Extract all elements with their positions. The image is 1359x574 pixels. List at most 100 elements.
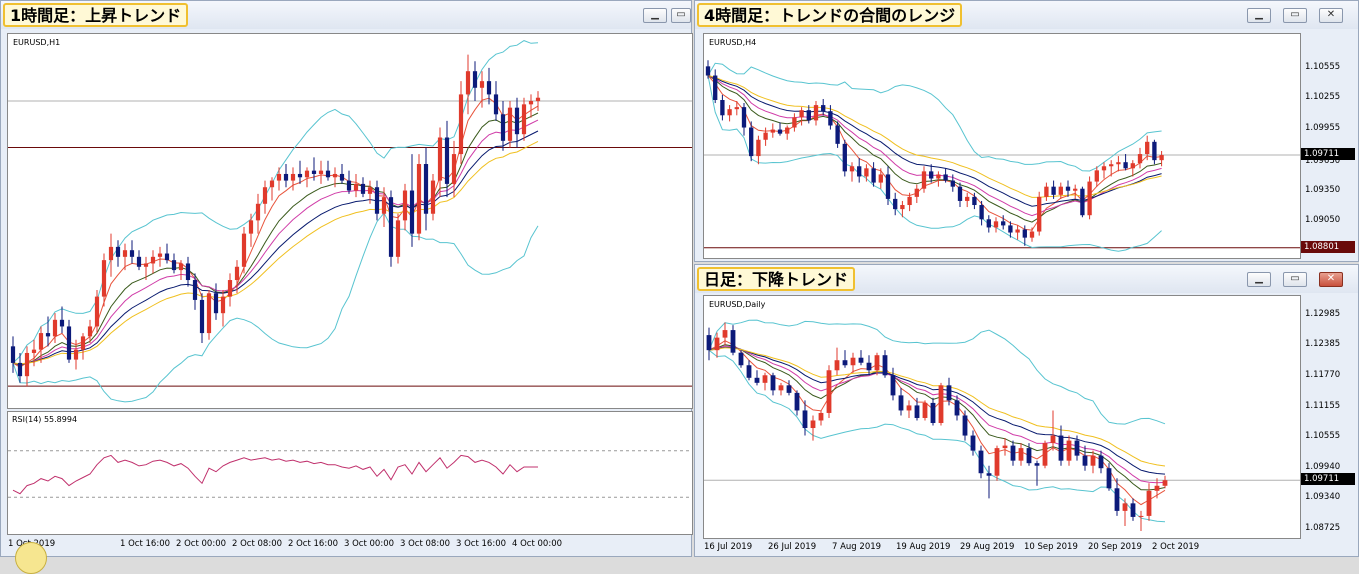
candle-down bbox=[339, 173, 345, 181]
price-plot-daily[interactable]: EURUSD,Daily bbox=[703, 295, 1301, 539]
candle-up bbox=[864, 168, 869, 177]
candle-up bbox=[714, 337, 720, 351]
candle-up bbox=[1159, 155, 1164, 161]
restore-button[interactable]: ▭ bbox=[1283, 8, 1307, 23]
price-tick-label: 1.11155 bbox=[1305, 400, 1341, 411]
candle-up bbox=[936, 174, 941, 179]
ma-fast-line bbox=[707, 75, 1162, 231]
candle-down bbox=[979, 205, 984, 220]
candle-down bbox=[10, 346, 16, 363]
candle-down bbox=[1082, 455, 1088, 466]
candle-down bbox=[164, 253, 170, 261]
candle-up bbox=[430, 180, 436, 214]
candle-down bbox=[871, 168, 876, 183]
candle-down bbox=[1065, 186, 1071, 191]
candle-down bbox=[486, 81, 492, 95]
scroll-indicator[interactable] bbox=[15, 542, 47, 574]
candle-down bbox=[171, 260, 177, 271]
close-button[interactable]: ✕ bbox=[1319, 8, 1343, 23]
candle-down bbox=[890, 375, 896, 396]
chart-window-daily[interactable]: 日足：下降トレンド ▁ ▭ ✕ EURUSD,Daily 1.12985 1.12… bbox=[694, 264, 1359, 557]
candle-down bbox=[423, 164, 429, 214]
candle-down bbox=[866, 362, 872, 371]
candle-up bbox=[290, 173, 296, 181]
title-bar[interactable]: 1時間足：上昇トレンド ▁ ▭ bbox=[1, 1, 691, 29]
candle-down bbox=[914, 405, 920, 418]
candle-down bbox=[720, 100, 725, 116]
candle-down bbox=[1080, 188, 1085, 216]
price-axis-daily: 1.12985 1.12385 1.11770 1.11155 1.10555 1.099… bbox=[1301, 295, 1359, 539]
restore-button[interactable]: ▭ bbox=[671, 8, 691, 23]
candle-chart-h1 bbox=[8, 40, 692, 403]
candle-up bbox=[850, 357, 856, 366]
candle-down bbox=[802, 410, 808, 429]
ma-mid-line bbox=[708, 344, 1166, 491]
minimize-button[interactable]: ▁ bbox=[643, 8, 667, 23]
candle-chart-h4 bbox=[704, 60, 1300, 252]
price-tick-label: 1.09940 bbox=[1305, 461, 1341, 472]
close-button[interactable]: ✕ bbox=[1319, 272, 1343, 287]
candle-up bbox=[1044, 186, 1049, 197]
ma-blue-line bbox=[708, 346, 1166, 475]
candle-up bbox=[727, 109, 732, 116]
candle-down bbox=[986, 219, 991, 228]
ma-magenta-line bbox=[708, 345, 1166, 484]
rsi-chart bbox=[8, 450, 692, 498]
candle-up bbox=[1015, 229, 1020, 233]
candle-up bbox=[521, 104, 527, 135]
rsi-plot-h1[interactable]: RSI(14) 55.8994 bbox=[7, 411, 693, 535]
candle-chart-daily bbox=[704, 319, 1300, 531]
window-title-label: 1時間足：上昇トレンド bbox=[3, 3, 189, 27]
price-plot-h1[interactable]: EURUSD,H1 bbox=[7, 33, 693, 409]
candle-up bbox=[528, 101, 534, 105]
price-plot-h4[interactable]: EURUSD,H4 bbox=[703, 33, 1301, 259]
candle-up bbox=[993, 221, 999, 228]
candle-down bbox=[754, 377, 760, 383]
candle-up bbox=[24, 352, 30, 377]
current-price-tag: 1.09711 bbox=[1301, 473, 1355, 486]
candle-down bbox=[213, 293, 219, 314]
candle-down bbox=[962, 415, 968, 436]
candle-down bbox=[374, 187, 380, 214]
candle-up bbox=[353, 183, 359, 191]
candle-up bbox=[878, 174, 883, 183]
candle-down bbox=[794, 392, 800, 411]
rsi-label: RSI(14) 55.8994 bbox=[12, 415, 78, 424]
candle-up bbox=[227, 280, 233, 297]
candle-up bbox=[1087, 181, 1092, 216]
candle-down bbox=[738, 352, 744, 366]
symbol-label: EURUSD,Daily bbox=[709, 300, 766, 309]
candle-down bbox=[500, 114, 506, 141]
time-tick-label: 4 Oct 00:00 bbox=[512, 539, 563, 549]
candle-up bbox=[1162, 480, 1168, 486]
minimize-button[interactable]: ▁ bbox=[1247, 8, 1271, 23]
candle-down bbox=[45, 333, 51, 337]
candle-down bbox=[1010, 445, 1016, 461]
candle-up bbox=[722, 330, 728, 338]
candle-down bbox=[472, 71, 478, 88]
candle-up bbox=[1050, 435, 1056, 444]
title-bar[interactable]: 4時間足：トレンドの合間のレンジ ▁ ▭ ✕ bbox=[695, 1, 1358, 29]
candle-down bbox=[1051, 186, 1056, 195]
candle-up bbox=[826, 370, 832, 413]
candle-down bbox=[66, 326, 72, 360]
candle-up bbox=[304, 170, 310, 178]
minimize-button[interactable]: ▁ bbox=[1247, 272, 1271, 287]
title-bar[interactable]: 日足：下降トレンド ▁ ▭ ✕ bbox=[695, 265, 1358, 293]
candle-up bbox=[1116, 162, 1121, 165]
chart-window-h4[interactable]: 4時間足：トレンドの合間のレンジ ▁ ▭ ✕ EURUSD,H4 1.10555… bbox=[694, 0, 1359, 262]
time-tick-label: 19 Aug 2019 bbox=[896, 542, 951, 552]
candle-down bbox=[898, 395, 904, 411]
candle-up bbox=[818, 412, 824, 421]
candle-down bbox=[806, 110, 811, 121]
chart-window-h1[interactable]: 1時間足：上昇トレンド ▁ ▭ EURUSD,H1 RSI(14) 55.899… bbox=[0, 0, 693, 574]
candle-up bbox=[458, 94, 464, 155]
candle-up bbox=[178, 263, 184, 271]
candle-up bbox=[220, 296, 226, 314]
restore-button[interactable]: ▭ bbox=[1283, 272, 1307, 287]
candle-up bbox=[762, 375, 768, 383]
candle-up bbox=[834, 360, 840, 371]
candle-up bbox=[241, 233, 247, 267]
time-axis-h1: 1 Oct 20191 Oct 16:002 Oct 00:002 Oct 08… bbox=[7, 537, 693, 551]
price-tick-label: 1.09050 bbox=[1305, 215, 1341, 226]
